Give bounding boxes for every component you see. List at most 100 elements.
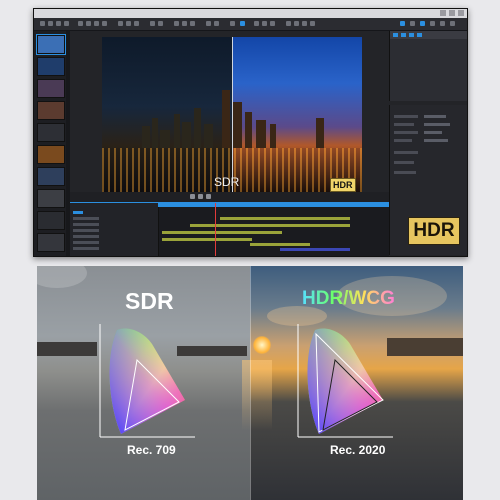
clip-thumbnail[interactable] xyxy=(37,79,65,98)
tool-icon[interactable] xyxy=(150,21,155,26)
panel-icon[interactable] xyxy=(440,21,445,26)
tool-icon[interactable] xyxy=(262,21,267,26)
play-icon[interactable] xyxy=(198,194,203,199)
clip-thumbnail[interactable] xyxy=(37,167,65,186)
tool-icon[interactable] xyxy=(174,21,179,26)
tool-icon[interactable] xyxy=(182,21,187,26)
clip-thumbnail[interactable] xyxy=(37,145,65,164)
skyline xyxy=(387,338,463,356)
clip-thumbnail[interactable] xyxy=(37,211,65,230)
gamut-comparison-image: SDR HDR/WCG Rec. 709 Rec. 2020 xyxy=(37,266,463,500)
tool-icon[interactable] xyxy=(78,21,83,26)
city-building xyxy=(142,126,150,148)
preview-monitor[interactable]: SDR HDR xyxy=(102,37,362,192)
property-value[interactable] xyxy=(424,139,448,142)
timeline-ruler[interactable] xyxy=(158,203,389,207)
panel-icon[interactable] xyxy=(420,21,425,26)
track-label[interactable] xyxy=(73,241,99,244)
rec709-caption: Rec. 709 xyxy=(127,443,176,457)
track-label[interactable] xyxy=(73,235,99,238)
timeline-clip[interactable] xyxy=(162,231,282,234)
open-icon[interactable] xyxy=(40,21,45,26)
tool-icon[interactable] xyxy=(310,21,315,26)
close-icon[interactable] xyxy=(458,10,464,16)
city-building xyxy=(194,108,201,148)
panel-icon[interactable] xyxy=(410,21,415,26)
property-value[interactable] xyxy=(424,115,446,118)
city-building xyxy=(270,124,276,148)
save-icon[interactable] xyxy=(48,21,53,26)
property-label xyxy=(394,115,418,118)
track-label[interactable] xyxy=(73,247,99,250)
rewind-icon[interactable] xyxy=(190,194,195,199)
panel-icon[interactable] xyxy=(400,21,405,26)
timeline[interactable] xyxy=(70,202,389,256)
clip-bin xyxy=(34,31,67,256)
hdr-badge: HDR xyxy=(330,178,356,192)
city-building xyxy=(256,120,266,148)
tool-icon[interactable] xyxy=(230,21,235,26)
panel-tab-icon[interactable] xyxy=(409,33,414,37)
track-label[interactable] xyxy=(73,211,83,214)
timeline-clip[interactable] xyxy=(162,238,252,241)
city-building xyxy=(316,118,324,148)
forward-icon[interactable] xyxy=(206,194,211,199)
tool-icon[interactable] xyxy=(86,21,91,26)
split-divider[interactable] xyxy=(232,37,233,192)
playhead[interactable] xyxy=(215,203,216,256)
city-building xyxy=(160,130,170,148)
panel-tab-icon[interactable] xyxy=(417,33,422,37)
panel-tab-icon[interactable] xyxy=(401,33,406,37)
panel-icon[interactable] xyxy=(430,21,435,26)
track-label[interactable] xyxy=(73,223,99,226)
property-value[interactable] xyxy=(424,131,442,134)
tool-icon[interactable] xyxy=(254,21,259,26)
city-building xyxy=(204,124,213,148)
sun xyxy=(253,336,271,354)
minimize-icon[interactable] xyxy=(440,10,446,16)
transport-bar xyxy=(70,192,389,202)
tool-icon[interactable] xyxy=(190,21,195,26)
tool-icon[interactable] xyxy=(126,21,131,26)
panel-tab-icon[interactable] xyxy=(393,33,398,37)
tool-icon[interactable] xyxy=(134,21,139,26)
hdr-wcg-title: HDR/WCG xyxy=(302,288,395,309)
rec2020-caption: Rec. 2020 xyxy=(330,443,386,457)
sdr-label: SDR xyxy=(214,175,240,189)
media-panel xyxy=(389,31,467,101)
tool-icon[interactable] xyxy=(270,21,275,26)
clip-thumbnail[interactable] xyxy=(37,123,65,142)
timeline-clip[interactable] xyxy=(280,248,350,251)
timeline-clip[interactable] xyxy=(190,224,350,227)
tool-icon[interactable] xyxy=(206,21,211,26)
property-label xyxy=(394,131,418,134)
tool-icon[interactable] xyxy=(214,21,219,26)
tool-icon[interactable] xyxy=(240,21,245,26)
sdr-title: SDR xyxy=(125,288,174,314)
property-label xyxy=(394,139,412,142)
clip-thumbnail[interactable] xyxy=(37,233,65,252)
tool-icon[interactable] xyxy=(294,21,299,26)
tool-icon[interactable] xyxy=(94,21,99,26)
tool-icon[interactable] xyxy=(158,21,163,26)
tool-icon[interactable] xyxy=(118,21,123,26)
undo-icon[interactable] xyxy=(56,21,61,26)
clip-thumbnail[interactable] xyxy=(37,189,65,208)
property-value[interactable] xyxy=(424,123,450,126)
clip-thumbnail[interactable] xyxy=(36,34,66,55)
clip-thumbnail[interactable] xyxy=(37,101,65,120)
redo-icon[interactable] xyxy=(64,21,69,26)
timeline-clip[interactable] xyxy=(220,217,350,220)
timeline-clip[interactable] xyxy=(250,243,310,246)
tool-icon[interactable] xyxy=(102,21,107,26)
property-label xyxy=(394,123,414,126)
maximize-icon[interactable] xyxy=(449,10,455,16)
clip-thumbnail[interactable] xyxy=(37,57,65,76)
tool-icon[interactable] xyxy=(286,21,291,26)
hdr-corner-badge: HDR xyxy=(408,217,460,245)
city-building xyxy=(182,122,191,148)
tool-icon[interactable] xyxy=(302,21,307,26)
panel-icon[interactable] xyxy=(450,21,455,26)
track-label[interactable] xyxy=(73,217,99,220)
track-label[interactable] xyxy=(73,229,99,232)
